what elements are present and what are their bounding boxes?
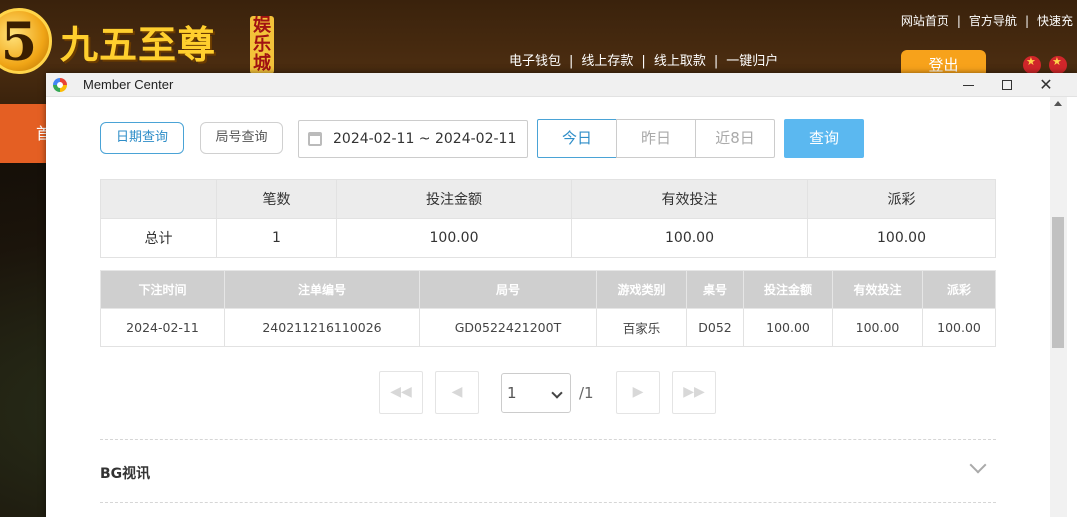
window-title: Member Center bbox=[83, 77, 174, 92]
wallet-link-ewallet[interactable]: 电子钱包 bbox=[505, 54, 565, 69]
detail-header-cell: 游戏类别 bbox=[596, 270, 687, 309]
summary-cell: 1 bbox=[216, 218, 337, 258]
detail-header-cell: 投注金额 bbox=[743, 270, 833, 309]
next-page-button[interactable]: ▶ bbox=[616, 371, 660, 414]
maximize-button[interactable] bbox=[988, 73, 1026, 97]
date-range-value: 2024-02-11 ~ 2024-02-11 bbox=[333, 131, 517, 147]
double-chevron-left-icon: ◀◀ bbox=[390, 384, 412, 400]
detail-header-cell: 注单编号 bbox=[224, 270, 420, 309]
flag-icon[interactable] bbox=[1023, 55, 1041, 74]
top-link-sep: | bbox=[1024, 14, 1029, 28]
section-title-bg-video[interactable]: BG视讯 bbox=[100, 463, 150, 483]
minimize-button[interactable] bbox=[949, 73, 987, 97]
today-button[interactable]: 今日 bbox=[537, 119, 617, 158]
detail-header-cell: 有效投注 bbox=[832, 270, 923, 309]
top-link-sep: | bbox=[956, 14, 961, 28]
date-query-tab[interactable]: 日期查询 bbox=[100, 122, 184, 154]
wallet-links: 电子钱包 | 线上存款 | 线上取款 | 一键归户 bbox=[505, 50, 782, 69]
last-page-button[interactable]: ▶▶ bbox=[672, 371, 716, 414]
bet-detail-table: 下注时间 注单编号 局号 游戏类别 桌号 投注金额 有效投注 派彩 2024-0… bbox=[100, 270, 996, 347]
first-page-button[interactable]: ◀◀ bbox=[379, 371, 423, 414]
maximize-icon bbox=[1002, 80, 1012, 90]
page-select-value: 1 bbox=[507, 384, 517, 402]
chevron-down-icon bbox=[551, 387, 563, 399]
scroll-thumb[interactable] bbox=[1052, 217, 1064, 348]
summary-cell: 100.00 bbox=[336, 218, 572, 258]
table-id-cell: D052 bbox=[686, 308, 744, 347]
wallet-link-withdraw[interactable]: 线上取款 bbox=[650, 54, 710, 69]
minimize-icon bbox=[962, 84, 974, 86]
summary-total-row: 总计 1 100.00 100.00 100.00 bbox=[100, 218, 996, 258]
payout-cell: 100.00 bbox=[922, 308, 996, 347]
browser-app-icon bbox=[53, 78, 67, 92]
detail-header-cell: 局号 bbox=[419, 270, 597, 309]
top-links: 网站首页 | 官方导航 | 快速充 bbox=[897, 12, 1077, 29]
chevron-left-icon: ◀ bbox=[451, 384, 463, 400]
top-link-home[interactable]: 网站首页 bbox=[897, 14, 953, 28]
summary-header-cell: 派彩 bbox=[807, 179, 996, 219]
logo-emblem: 5 bbox=[0, 8, 52, 74]
wallet-link-collect[interactable]: 一键归户 bbox=[722, 54, 782, 69]
round-id-cell: GD0522421200T bbox=[419, 308, 597, 347]
detail-header-cell: 派彩 bbox=[922, 270, 996, 309]
window-content: 日期查询 局号查询 2024-02-11 ~ 2024-02-11 今日 昨日 … bbox=[46, 97, 1050, 517]
date-range-input[interactable]: 2024-02-11 ~ 2024-02-11 bbox=[298, 120, 528, 158]
expand-chevron-icon[interactable] bbox=[969, 456, 987, 474]
query-button[interactable]: 查询 bbox=[784, 119, 864, 158]
summary-header-row: 笔数 投注金额 有效投注 派彩 bbox=[100, 179, 996, 219]
chevron-right-icon: ▶ bbox=[632, 384, 644, 400]
top-link-quick[interactable]: 快速充 bbox=[1033, 14, 1077, 28]
calendar-icon bbox=[308, 132, 322, 146]
page-select[interactable]: 1 bbox=[501, 373, 571, 413]
last-8-days-button[interactable]: 近8日 bbox=[695, 119, 775, 158]
window-titlebar[interactable]: Member Center ✕ bbox=[46, 73, 1077, 97]
summary-cell: 总计 bbox=[100, 218, 217, 258]
flag-icon[interactable] bbox=[1049, 55, 1067, 74]
summary-header-cell: 投注金额 bbox=[336, 179, 572, 219]
wallet-link-sep: | bbox=[641, 54, 646, 69]
divider bbox=[100, 502, 996, 503]
table-row: 2024-02-11 240211216110026 GD0522421200T… bbox=[100, 308, 996, 347]
summary-header-cell bbox=[100, 179, 217, 219]
bet-time-cell: 2024-02-11 bbox=[100, 308, 225, 347]
summary-header-cell: 笔数 bbox=[216, 179, 337, 219]
wallet-link-sep: | bbox=[713, 54, 719, 69]
member-center-window: Member Center ✕ 日期查询 局号查询 2024-02-11 ~ 2… bbox=[46, 73, 1077, 517]
detail-header-cell: 下注时间 bbox=[100, 270, 225, 309]
summary-cell: 100.00 bbox=[807, 218, 996, 258]
top-link-nav[interactable]: 官方导航 bbox=[965, 14, 1021, 28]
page-total: /1 bbox=[579, 384, 594, 402]
bet-amount-cell: 100.00 bbox=[743, 308, 833, 347]
valid-bet-cell: 100.00 bbox=[832, 308, 923, 347]
summary-header-cell: 有效投注 bbox=[571, 179, 808, 219]
summary-cell: 100.00 bbox=[571, 218, 808, 258]
detail-header-row: 下注时间 注单编号 局号 游戏类别 桌号 投注金额 有效投注 派彩 bbox=[100, 270, 996, 309]
logo-text: 九五至尊 bbox=[60, 22, 217, 67]
summary-table: 笔数 投注金额 有效投注 派彩 总计 1 100.00 100.00 100.0… bbox=[100, 179, 996, 258]
yesterday-button[interactable]: 昨日 bbox=[616, 119, 696, 158]
double-chevron-right-icon: ▶▶ bbox=[683, 384, 705, 400]
vertical-scrollbar[interactable] bbox=[1050, 97, 1067, 517]
logo-badge: 娱乐城 bbox=[250, 16, 274, 74]
wallet-link-deposit[interactable]: 线上存款 bbox=[577, 54, 637, 69]
scroll-up-arrow-icon[interactable] bbox=[1054, 101, 1062, 106]
divider bbox=[100, 439, 996, 440]
detail-header-cell: 桌号 bbox=[686, 270, 744, 309]
round-query-tab[interactable]: 局号查询 bbox=[200, 122, 283, 154]
bet-id-cell: 240211216110026 bbox=[224, 308, 420, 347]
wallet-link-sep: | bbox=[569, 54, 574, 69]
prev-page-button[interactable]: ◀ bbox=[435, 371, 479, 414]
close-button[interactable]: ✕ bbox=[1027, 73, 1065, 97]
logo-digit: 5 bbox=[0, 12, 38, 73]
game-type-cell: 百家乐 bbox=[596, 308, 687, 347]
